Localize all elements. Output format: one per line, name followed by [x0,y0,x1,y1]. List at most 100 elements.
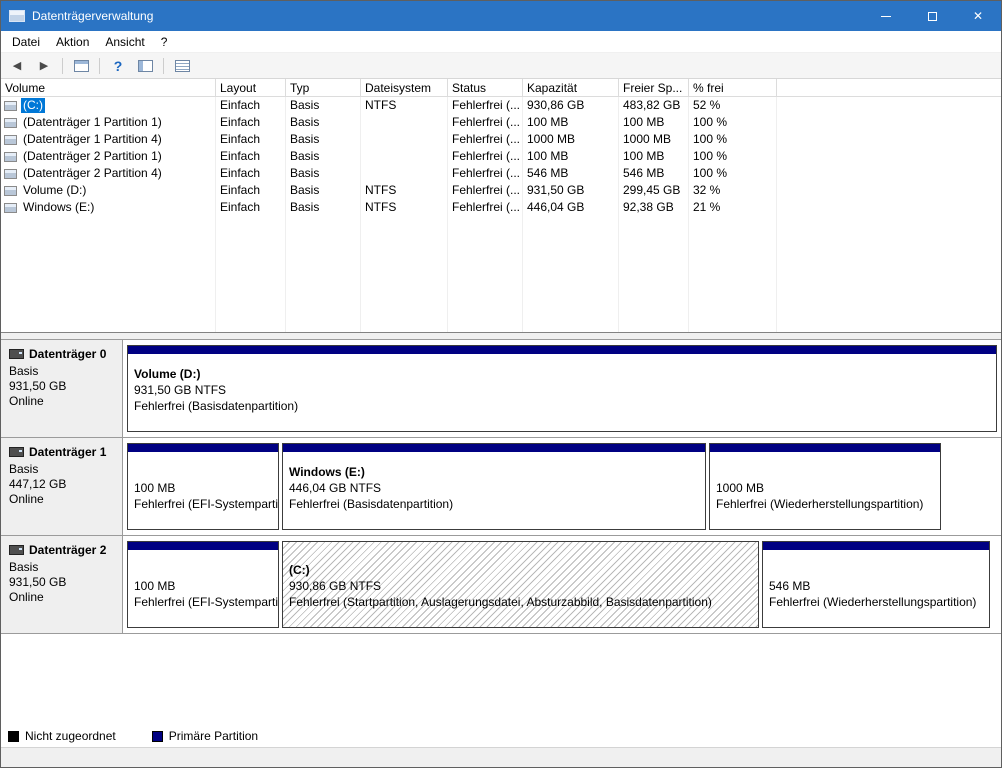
volume-layout: Einfach [216,148,286,165]
column-header-freier-speicher[interactable]: Freier Sp... [619,79,689,96]
column-header-status[interactable]: Status [448,79,523,96]
disk-type: Basis [9,560,39,574]
volume-row[interactable]: (Datenträger 2 Partition 4) Einfach Basi… [1,165,1001,182]
column-header-kapazitaet[interactable]: Kapazität [523,79,619,96]
column-header-layout[interactable]: Layout [216,79,286,96]
volume-fs [361,148,448,165]
column-header-pct-frei[interactable]: % frei [689,79,777,96]
disk-row-0: Datenträger 0 Basis 931,50 GB Online Vol… [1,340,1001,438]
partition-color-band [283,542,758,550]
volume-fs [361,131,448,148]
disk-1-info-panel[interactable]: Datenträger 1 Basis 447,12 GB Online [1,438,123,535]
volume-typ: Basis [286,148,361,165]
volume-pct-free: 100 % [689,114,777,131]
volume-status: Fehlerfrei (... [448,199,523,216]
volume-icon [4,134,17,145]
volume-pct-free: 21 % [689,199,777,216]
disk-status: Online [9,394,44,408]
volume-row[interactable]: (Datenträger 2 Partition 1) Einfach Basi… [1,148,1001,165]
volume-pct-free: 32 % [689,182,777,199]
partition-recovery-disk2[interactable]: 546 MB Fehlerfrei (Wiederherstellungspar… [762,541,990,628]
volume-capacity: 100 MB [523,114,619,131]
minimize-button[interactable] [863,1,909,31]
disk-size: 931,50 GB [9,575,67,589]
toolbar-separator [99,57,100,74]
console-tree-icon[interactable] [70,56,92,76]
legend-bar: Nicht zugeordnet Primäre Partition [1,725,1001,747]
forward-icon[interactable]: ▶ [33,56,55,76]
partition-volume-d[interactable]: Volume (D:) 931,50 GB NTFS Fehlerfrei (B… [127,345,997,432]
properties-icon[interactable] [171,56,193,76]
partition-status: Fehlerfrei (Basisdatenpartition) [134,399,299,413]
volume-typ: Basis [286,97,361,114]
partition-detail: 546 MB [769,579,811,593]
disk-status: Online [9,492,44,506]
close-button[interactable]: ✕ [955,1,1001,31]
volume-typ: Basis [286,131,361,148]
disk-2-graphic: 100 MB Fehlerfrei (EFI-Systempartition) … [123,536,1001,633]
partition-efi-disk1[interactable]: 100 MB Fehlerfrei (EFI-Systempartition) [127,443,279,530]
window-controls: ✕ [863,1,1001,31]
partition-detail: 100 MB [134,481,176,495]
disk-1-graphic: 100 MB Fehlerfrei (EFI-Systempartition) … [123,438,1001,535]
disk-size: 447,12 GB [9,477,67,491]
volume-name: (Datenträger 1 Partition 4) [23,132,162,146]
partition-status: Fehlerfrei (Wiederherstellungspartition) [769,595,977,609]
menu-aktion[interactable]: Aktion [48,35,97,49]
disk-0-graphic: Volume (D:) 931,50 GB NTFS Fehlerfrei (B… [123,340,1001,437]
volume-fs [361,114,448,131]
partition-status: Fehlerfrei (EFI-Systempartition) [134,595,278,609]
back-icon[interactable]: ◀ [6,56,28,76]
partition-windows-e[interactable]: Windows (E:) 446,04 GB NTFS Fehlerfrei (… [282,443,706,530]
volume-row[interactable]: (C:) Einfach Basis NTFS Fehlerfrei (... … [1,97,1001,114]
help-icon[interactable]: ? [107,56,129,76]
partition-status: Fehlerfrei (EFI-Systempartition) [134,497,278,511]
partition-title [134,464,278,480]
toolbar-separator [163,57,164,74]
column-header-typ[interactable]: Typ [286,79,361,96]
volume-pct-free: 100 % [689,131,777,148]
maximize-button[interactable] [909,1,955,31]
partition-detail: 1000 MB [716,481,765,495]
volume-typ: Basis [286,165,361,182]
column-header-filler [777,79,1001,96]
disk-type: Basis [9,364,39,378]
minimize-icon [881,15,891,17]
volume-capacity: 100 MB [523,148,619,165]
partition-detail: 930,86 GB NTFS [289,579,382,593]
partition-detail: 931,50 GB NTFS [134,383,227,397]
column-header-volume[interactable]: Volume [1,79,216,96]
column-header-dateisystem[interactable]: Dateisystem [361,79,448,96]
volume-capacity: 931,50 GB [523,182,619,199]
partition-title: (C:) [289,563,310,577]
volume-status: Fehlerfrei (... [448,182,523,199]
partition-efi-disk2[interactable]: 100 MB Fehlerfrei (EFI-Systempartition) [127,541,279,628]
pane-splitter[interactable] [1,333,1001,340]
disk-type: Basis [9,462,39,476]
volume-icon [4,202,17,213]
volume-row[interactable]: (Datenträger 1 Partition 1) Einfach Basi… [1,114,1001,131]
volume-icon [4,185,17,196]
menu-help[interactable]: ? [153,35,176,49]
partition-title: Volume (D:) [134,367,201,381]
disk-view-icon[interactable] [134,56,156,76]
disk-0-info-panel[interactable]: Datenträger 0 Basis 931,50 GB Online [1,340,123,437]
volume-name: Volume (D:) [23,183,87,197]
partition-recovery-disk1[interactable]: 1000 MB Fehlerfrei (Wiederherstellungspa… [709,443,941,530]
disk-2-info-panel[interactable]: Datenträger 2 Basis 931,50 GB Online [1,536,123,633]
volume-row[interactable]: (Datenträger 1 Partition 4) Einfach Basi… [1,131,1001,148]
volume-row[interactable]: Volume (D:) Einfach Basis NTFS Fehlerfre… [1,182,1001,199]
menu-ansicht[interactable]: Ansicht [97,35,152,49]
volume-status: Fehlerfrei (... [448,114,523,131]
volume-icon [4,100,17,111]
partition-c-selected[interactable]: (C:) 930,86 GB NTFS Fehlerfrei (Startpar… [282,541,759,628]
volume-row[interactable]: Windows (E:) Einfach Basis NTFS Fehlerfr… [1,199,1001,216]
disk-name: Datenträger 1 [29,445,107,459]
volume-list-header: Volume Layout Typ Dateisystem Status Kap… [1,79,1001,97]
partition-title [769,562,989,578]
partition-title: Windows (E:) [289,465,365,479]
volume-fs: NTFS [361,97,448,114]
status-bar [1,747,1001,767]
menu-datei[interactable]: Datei [4,35,48,49]
volume-typ: Basis [286,199,361,216]
